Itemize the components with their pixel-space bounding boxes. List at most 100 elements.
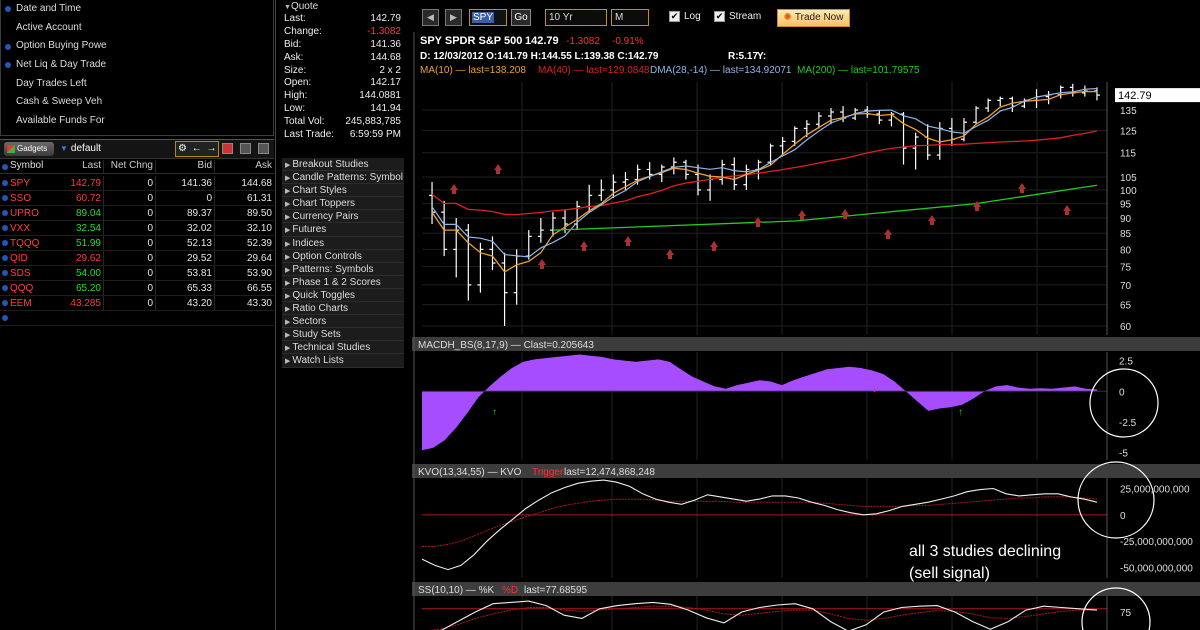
row-bid[interactable]: 53.81 [155,266,214,280]
row-symbol[interactable]: TQQQ [9,236,53,250]
price-axis-label: 90 [1120,214,1132,225]
watchlist-row[interactable]: QQQ 65.20 0 65.33 66.55 [0,281,274,296]
stream-checkbox[interactable]: ✔ Stream [714,11,761,22]
row-symbol[interactable]: QQQ [9,281,53,295]
row-bid[interactable]: 32.02 [155,221,214,235]
row-symbol[interactable]: VXX [9,221,53,235]
go-button[interactable]: Go [511,9,531,26]
row-symbol[interactable]: SDS [9,266,53,280]
row-bid[interactable]: 89.37 [155,206,214,220]
watchlist-row[interactable]: SPY 142.79 0 141.36 144.68 [0,176,274,191]
row-symbol[interactable]: QID [9,251,53,265]
symbol-input[interactable]: SPY [469,9,507,26]
study-menu-item[interactable]: ▶ Futures [282,223,404,237]
row-bid[interactable]: 52.13 [155,236,214,250]
watchlist-selector[interactable]: ▼ default [60,143,101,154]
watchlist-row[interactable]: VXX 32.54 0 32.02 32.10 [0,221,274,236]
quote-header[interactable]: ▼Quote [282,0,405,13]
quote-value: 144.0881 [359,90,401,102]
expand-icon: ▶ [285,345,291,353]
row-ask[interactable]: 66.55 [214,281,274,295]
account-item[interactable]: Date and Time [1,0,273,19]
minimize-icon[interactable] [240,143,251,154]
row-symbol[interactable]: EEM [9,296,53,310]
phase-marker [538,259,546,269]
study-menu-item[interactable]: ▶ Chart Styles [282,184,404,198]
study-menu-item[interactable]: ▶ Ratio Charts [282,302,404,316]
watchlist-row[interactable]: TQQQ 51.99 0 52.13 52.39 [0,236,274,251]
quote-fields: Last: 142.79 Change: -1.3082 Bid: 141.36 Ask: 1… [282,13,405,142]
study-menu-item[interactable]: ▶ Currency Pairs [282,210,404,224]
phase-marker [884,229,892,239]
study-menu-item[interactable]: ▶ Study Sets [282,328,404,342]
row-ask[interactable]: 43.30 [214,296,274,310]
header-ask[interactable]: Ask [214,160,274,173]
row-bid[interactable]: 29.52 [155,251,214,265]
header-symbol[interactable]: Symbol [9,160,53,173]
row-bid[interactable]: 65.33 [155,281,214,295]
row-ask[interactable]: 89.50 [214,206,274,220]
row-bid[interactable]: 0 [155,191,214,205]
back-button[interactable]: ◀ [422,9,439,26]
color-icon[interactable] [222,143,233,154]
header-net-change[interactable]: Net Chng [103,160,155,173]
row-symbol[interactable]: UPRO [9,206,53,220]
study-menu-item[interactable]: ▶ Phase 1 & 2 Scores [282,275,404,289]
watchlist-tools[interactable]: ⚙ ← → [175,141,219,157]
account-item[interactable]: Net Liq & Day Trade [1,56,273,75]
forward-button[interactable]: ▶ [445,9,462,26]
row-symbol[interactable]: SPY [9,176,53,190]
buy-arrow-icon: ↑ [958,407,963,418]
row-ask[interactable]: 52.39 [214,236,274,250]
row-dot-icon [0,191,9,205]
row-bid[interactable]: 141.36 [155,176,214,190]
expand-icon: ▶ [285,227,291,235]
quote-value: 141.94 [370,103,401,115]
account-item[interactable]: Option Buying Powe [1,37,273,56]
annotation-line-2: (sell signal) [909,565,990,582]
row-ask[interactable]: 61.31 [214,191,274,205]
close-icon[interactable] [258,143,269,154]
header-bid[interactable]: Bid [155,160,214,173]
study-menu-item[interactable]: ▶ Technical Studies [282,341,404,355]
study-menu-item[interactable]: ▶ Chart Toppers [282,197,404,211]
account-item[interactable]: Available Funds For [1,112,273,131]
watchlist-row[interactable]: EEM 43.285 0 43.20 43.30 [0,296,274,311]
dropdown-icon: ▼ [60,144,68,153]
study-label: Indices [292,237,325,249]
row-ask[interactable]: 32.10 [214,221,274,235]
chart-canvas[interactable]: SPY SPDR S&P 500 142.79 -1.3082 -0.91%D: 12… [412,0,1200,630]
account-item[interactable]: Cash & Sweep Veh [1,93,273,112]
row-ask[interactable]: 29.64 [214,251,274,265]
row-ask[interactable]: 53.90 [214,266,274,280]
study-menu-item[interactable]: ▶ Sectors [282,315,404,329]
watchlist-row[interactable]: UPRO 89.04 0 89.37 89.50 [0,206,274,221]
row-net-change: 0 [103,281,155,295]
period-select[interactable]: 10 Yr [545,9,607,26]
study-menu-item[interactable]: ▶ Candle Patterns: Symbol [282,171,404,185]
interval-select[interactable]: M [611,9,649,26]
kvo-axis-label: -50,000,000,000 [1120,563,1193,574]
watchlist-empty-row[interactable] [0,311,274,326]
study-menu-item[interactable]: ▶ Watch Lists [282,354,404,368]
watchlist-row[interactable]: QID 29.62 0 29.52 29.64 [0,251,274,266]
row-ask[interactable]: 144.68 [214,176,274,190]
account-item[interactable]: Active Account [1,19,273,38]
study-menu-item[interactable]: ▶ Indices [282,236,404,250]
row-net-change: 0 [103,266,155,280]
watchlist-row[interactable]: SSO 60.72 0 0 61.31 [0,191,274,206]
account-item[interactable]: Day Trades Left [1,75,273,94]
row-symbol[interactable]: SSO [9,191,53,205]
header-last[interactable]: Last [53,160,103,173]
chart-ohlc: D: 12/03/2012 O:141.79 H:144.55 L:139.38… [420,51,659,62]
study-label: Ratio Charts [292,303,348,315]
row-bid[interactable]: 43.20 [155,296,214,310]
watchlist-row[interactable]: SDS 54.00 0 53.81 53.90 [0,266,274,281]
study-menu-item[interactable]: ▶ Quick Toggles [282,288,404,303]
study-menu-item[interactable]: ▶ Breakout Studies [282,158,404,172]
study-menu-item[interactable]: ▶ Option Controls [282,249,404,263]
study-menu-item[interactable]: ▶ Patterns: Symbols [282,262,404,276]
trade-now-button[interactable]: ✺ Trade Now [777,9,850,27]
gadgets-button[interactable]: Gadgets [4,142,54,156]
log-checkbox[interactable]: ✔ Log [669,11,701,22]
